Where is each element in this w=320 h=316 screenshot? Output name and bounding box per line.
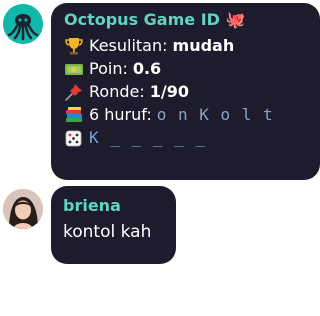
points-value: 0.6 <box>132 59 162 78</box>
points-label: Poin: <box>89 59 128 78</box>
round-label: Ronde: <box>89 82 145 101</box>
octopus-avatar-icon[interactable] <box>3 4 43 44</box>
answer-value: K _ _ _ _ _ <box>89 128 206 147</box>
user-name[interactable]: briena <box>63 195 166 217</box>
difficulty-value: mudah <box>172 36 235 55</box>
difficulty-row: Kesulitan: mudah <box>64 34 310 57</box>
letters-label: 6 huruf: <box>89 105 152 124</box>
money-icon <box>64 59 84 79</box>
books-icon <box>64 105 84 125</box>
trophy-icon <box>64 36 84 56</box>
difficulty-label: Kesulitan: <box>89 36 168 55</box>
round-value: 1/90 <box>149 82 189 101</box>
letters-row: 6 huruf: o n K o l t <box>64 103 310 126</box>
user-avatar-icon[interactable] <box>3 189 43 229</box>
points-row: Poin: 0.6 <box>64 57 310 80</box>
bot-message-bubble: Octopus Game ID 🐙 Kesulitan: mudah Poin:… <box>51 3 320 180</box>
bot-name[interactable]: Octopus Game ID 🐙 <box>64 9 310 31</box>
round-row: Ronde: 1/90 <box>64 80 310 103</box>
pushpin-icon <box>64 82 84 102</box>
dice-icon <box>64 128 84 148</box>
answer-row: K _ _ _ _ _ <box>64 126 310 149</box>
user-message-bubble: briena kontol kah <box>51 186 176 264</box>
user-message-text: kontol kah <box>63 222 152 242</box>
letters-value: o n K o l t <box>156 105 274 124</box>
